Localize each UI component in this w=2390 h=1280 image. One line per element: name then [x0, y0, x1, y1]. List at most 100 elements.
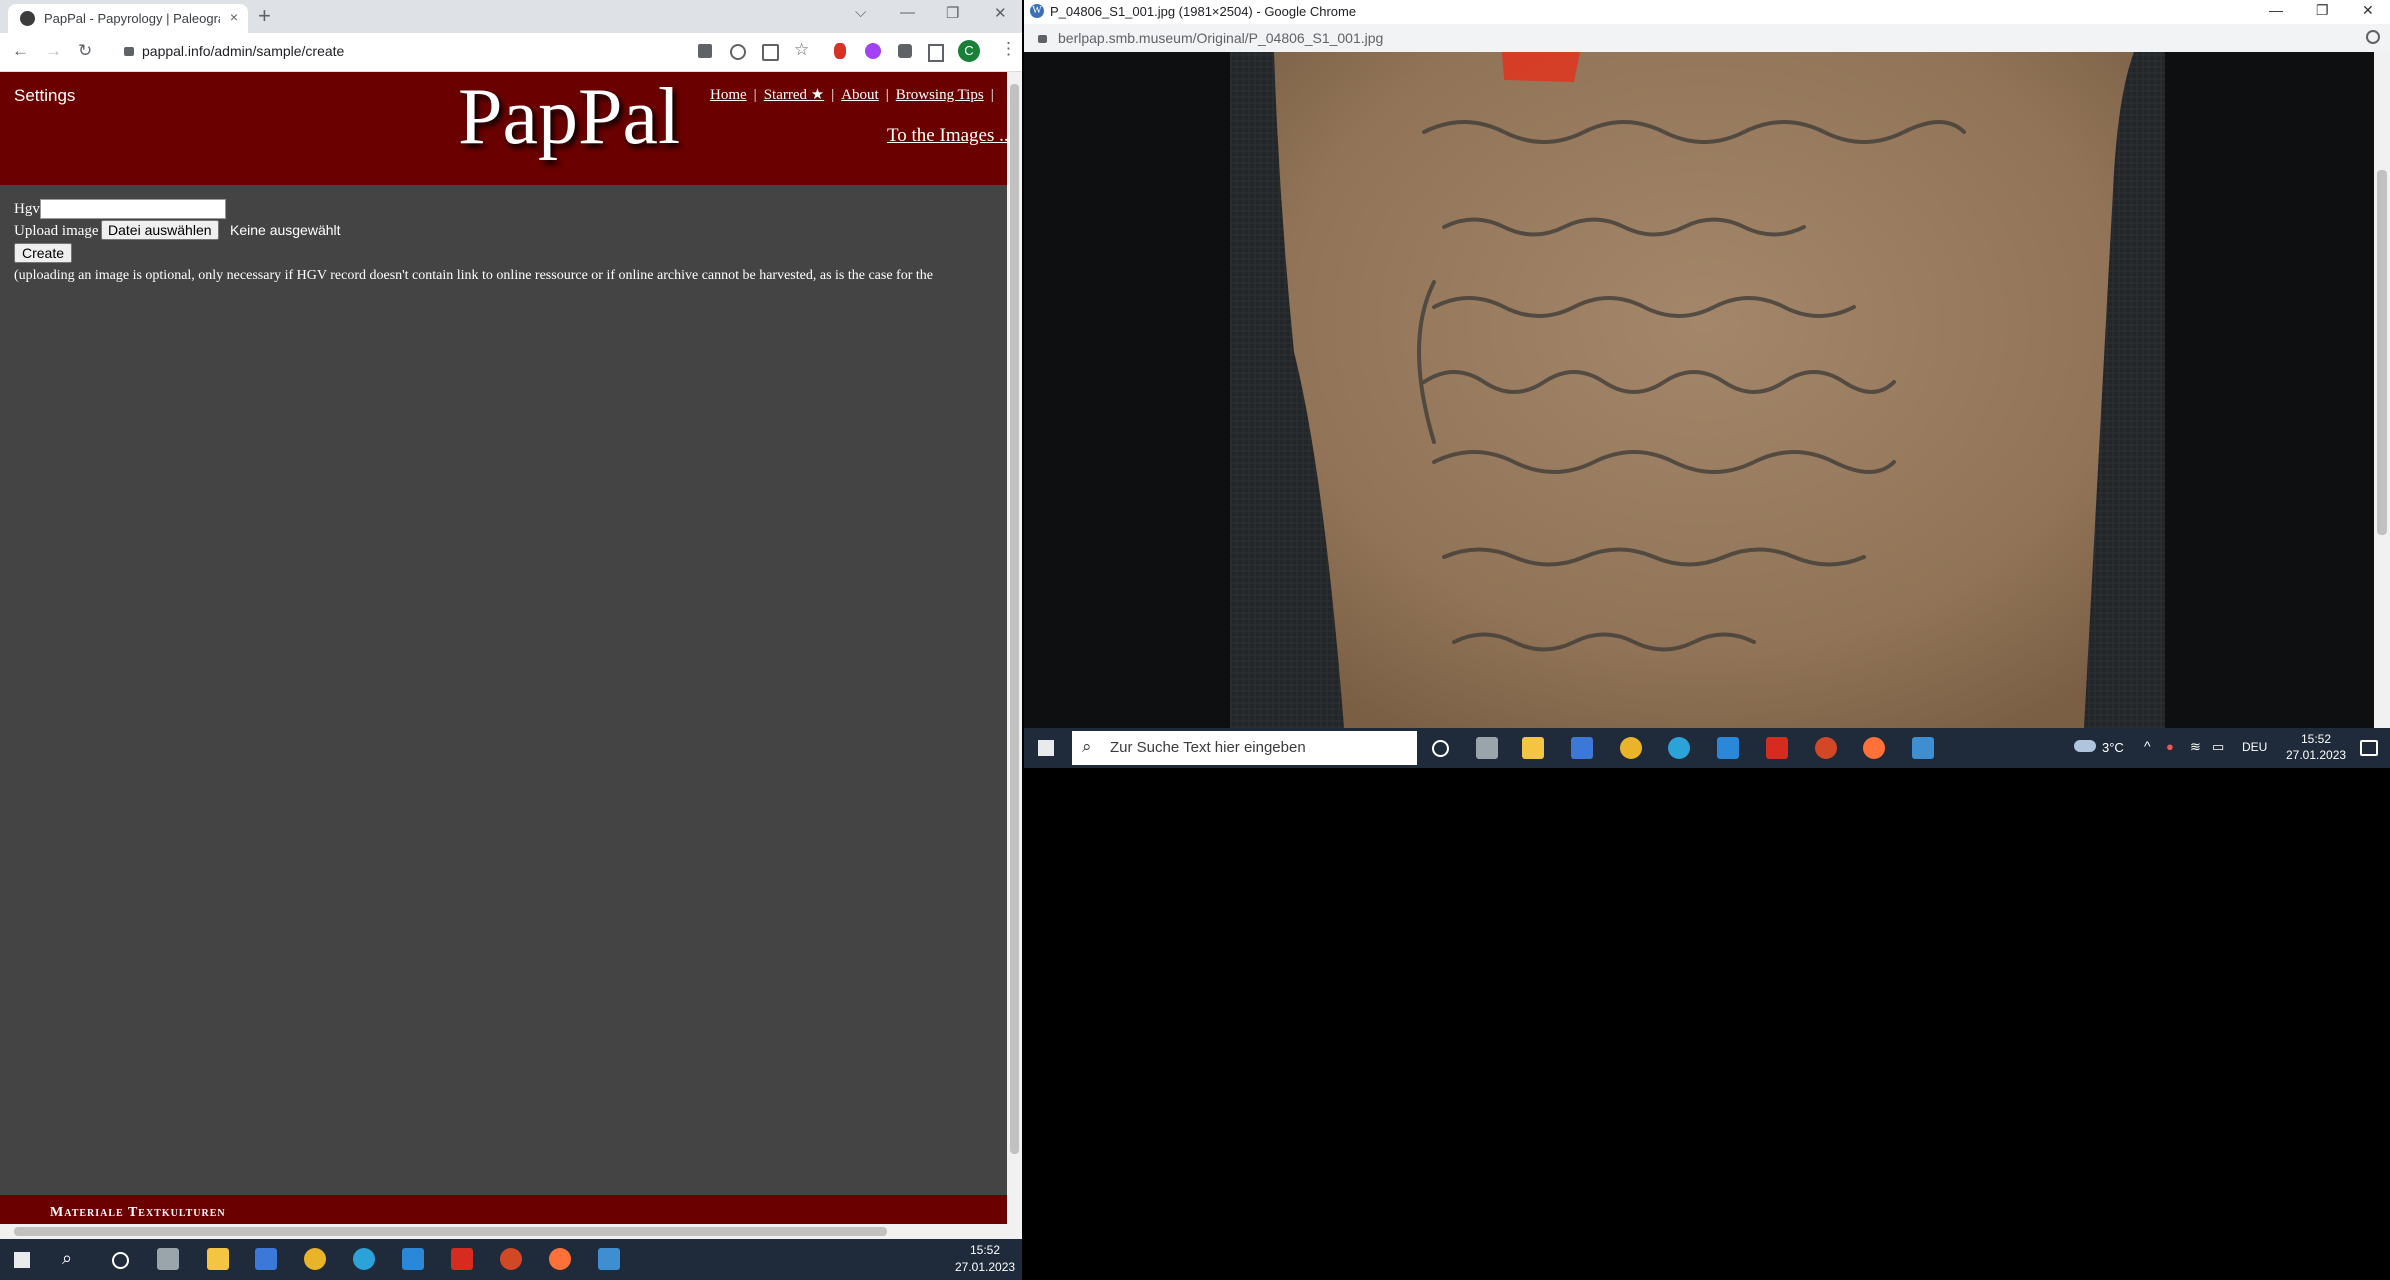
clock-date[interactable]: 27.01.2023 [2286, 748, 2346, 762]
profile-avatar[interactable]: C [958, 40, 980, 62]
lock-icon [124, 47, 134, 56]
address-bar-row: berlpap.smb.museum/Original/P_04806_S1_0… [1024, 24, 2390, 53]
upload-note: (uploading an image is optional, only ne… [14, 268, 933, 283]
nav-about[interactable]: About [841, 87, 879, 103]
cortana-icon[interactable] [112, 1252, 129, 1269]
right-browser-window: W P_04806_S1_001.jpg (1981×2504) - Googl… [1024, 0, 2390, 728]
restore-button[interactable]: ❐ [2316, 2, 2329, 19]
minimize-button[interactable]: — [2269, 2, 2283, 18]
ostracon-image [1024, 52, 2374, 728]
acrobat-icon[interactable] [1766, 737, 1788, 759]
zoom-icon[interactable] [730, 44, 746, 60]
mail-icon[interactable] [402, 1248, 424, 1270]
address-bar[interactable]: berlpap.smb.museum/Original/P_04806_S1_0… [1058, 30, 1383, 46]
share-icon[interactable] [762, 44, 779, 61]
window-title: P_04806_S1_001.jpg (1981×2504) - Google … [1050, 4, 1357, 19]
mail-icon[interactable] [1717, 737, 1739, 759]
onedrive-icon[interactable]: ● [2166, 739, 2174, 754]
title-bar: W P_04806_S1_001.jpg (1981×2504) - Googl… [1024, 0, 2390, 24]
taskbar-left: ⌕ 15:52 27.01.2023 [0, 1239, 1022, 1280]
page-content: Settings PapPal Home | Starred ★ | About | Bro… [0, 72, 1013, 1239]
nav-home[interactable]: Home [710, 87, 747, 103]
nav-browsing-tips[interactable]: Browsing Tips [896, 87, 984, 103]
upload-image-label: Upload image [14, 223, 99, 239]
side-panel-icon[interactable] [928, 44, 944, 62]
back-icon[interactable]: ← [12, 41, 29, 61]
taskbar-search-box[interactable]: ⌕ Zur Suche Text hier eingeben [1072, 731, 1417, 765]
menu-kebab-icon[interactable]: ⋮ [1000, 39, 1017, 59]
vertical-scroll-thumb[interactable] [2377, 170, 2387, 535]
firefox-icon[interactable] [549, 1248, 571, 1270]
bookmark-star-icon[interactable]: ☆ [794, 40, 809, 60]
extension-purple-icon[interactable] [865, 43, 881, 59]
edge-icon[interactable] [353, 1248, 375, 1270]
clock-date[interactable]: 27.01.2023 [955, 1260, 1015, 1274]
edge-icon[interactable] [1668, 737, 1690, 759]
tab-search-icon[interactable]: ⌵ [855, 4, 866, 21]
site-logo[interactable]: PapPal [458, 72, 680, 163]
translate-icon[interactable] [698, 44, 712, 58]
photos-icon[interactable] [598, 1248, 620, 1270]
tab-close-icon[interactable]: × [230, 9, 238, 25]
hgv-input[interactable] [40, 199, 226, 219]
weather-temperature[interactable]: 3°C [2102, 740, 2124, 755]
chevron-up-icon[interactable]: ^ [2144, 738, 2151, 754]
taskbar-right: ⌕ Zur Suche Text hier eingeben 3°C ^ ● ≋… [1024, 728, 2390, 768]
store-icon[interactable] [1571, 737, 1593, 759]
wordpress-icon: W [1030, 4, 1044, 18]
restore-button[interactable]: ❐ [946, 4, 959, 22]
top-navigation: Home | Starred ★ | About | Browsing Tips | [710, 87, 994, 103]
chrome-icon[interactable] [1620, 737, 1642, 759]
horizontal-scroll-thumb[interactable] [14, 1227, 887, 1236]
firefox-icon[interactable] [1863, 737, 1885, 759]
search-icon[interactable]: ⌕ [62, 1248, 72, 1269]
task-view-icon[interactable] [1476, 737, 1498, 759]
hgv-label: Hgv [14, 201, 40, 217]
powerpoint-icon[interactable] [500, 1248, 522, 1270]
no-file-text: Keine ausgewählt [230, 222, 341, 238]
extension-red-icon[interactable] [834, 43, 846, 59]
notifications-icon[interactable] [2360, 740, 2378, 756]
forward-icon[interactable]: → [45, 41, 62, 61]
search-placeholder: Zur Suche Text hier eingeben [1110, 739, 1306, 756]
network-icon[interactable]: ≋ [2190, 739, 2201, 755]
windows-start-icon[interactable] [14, 1252, 30, 1268]
extensions-puzzle-icon[interactable] [898, 44, 912, 58]
nav-starred[interactable]: Starred ★ [764, 87, 825, 103]
chrome-icon[interactable] [304, 1248, 326, 1270]
zoom-icon[interactable] [2366, 30, 2380, 44]
windows-start-icon[interactable] [1038, 740, 1054, 756]
clock-time[interactable]: 15:52 [2286, 732, 2346, 746]
photos-icon[interactable] [1912, 737, 1934, 759]
browser-toolbar: ← → ↻ pappal.info/admin/sample/create ☆ … [0, 33, 1022, 72]
footer-text: Materiale Textkulturen [50, 1205, 226, 1220]
address-bar[interactable]: pappal.info/admin/sample/create [142, 43, 344, 59]
store-icon[interactable] [255, 1248, 277, 1270]
create-button[interactable]: Create [14, 243, 73, 263]
task-view-icon[interactable] [157, 1248, 179, 1270]
file-explorer-icon[interactable] [207, 1248, 229, 1270]
cortana-icon[interactable] [1432, 740, 1449, 757]
search-icon: ⌕ [1082, 737, 1092, 756]
papyrus-image[interactable] [1024, 52, 2374, 728]
file-explorer-icon[interactable] [1522, 737, 1544, 759]
clock-time[interactable]: 15:52 [955, 1243, 1015, 1257]
choose-file-button[interactable]: Datei auswählen [101, 220, 219, 240]
vertical-scroll-thumb[interactable] [1010, 84, 1019, 1154]
acrobat-icon[interactable] [451, 1248, 473, 1270]
favicon-icon [20, 11, 35, 26]
site-header: Settings PapPal Home | Starred ★ | About | Bro… [0, 72, 1013, 185]
tab-pappal[interactable]: PapPal - Papyrology | Paleograph × [8, 4, 248, 33]
battery-icon[interactable]: ▭ [2212, 739, 2224, 755]
settings-link[interactable]: Settings [14, 86, 75, 106]
weather-cloud-icon[interactable] [2074, 740, 2096, 752]
left-browser-window: PapPal - Papyrology | Paleograph × + ⌵ —… [0, 0, 1022, 1239]
minimize-button[interactable]: — [900, 4, 915, 21]
reload-icon[interactable]: ↻ [78, 41, 92, 61]
powerpoint-icon[interactable] [1815, 737, 1837, 759]
close-window-button[interactable]: ✕ [2362, 2, 2374, 19]
to-images-link[interactable]: To the Images ... [887, 125, 1013, 147]
language-indicator[interactable]: DEU [2242, 740, 2267, 754]
close-window-button[interactable]: ✕ [994, 4, 1007, 22]
new-tab-button[interactable]: + [258, 3, 271, 29]
